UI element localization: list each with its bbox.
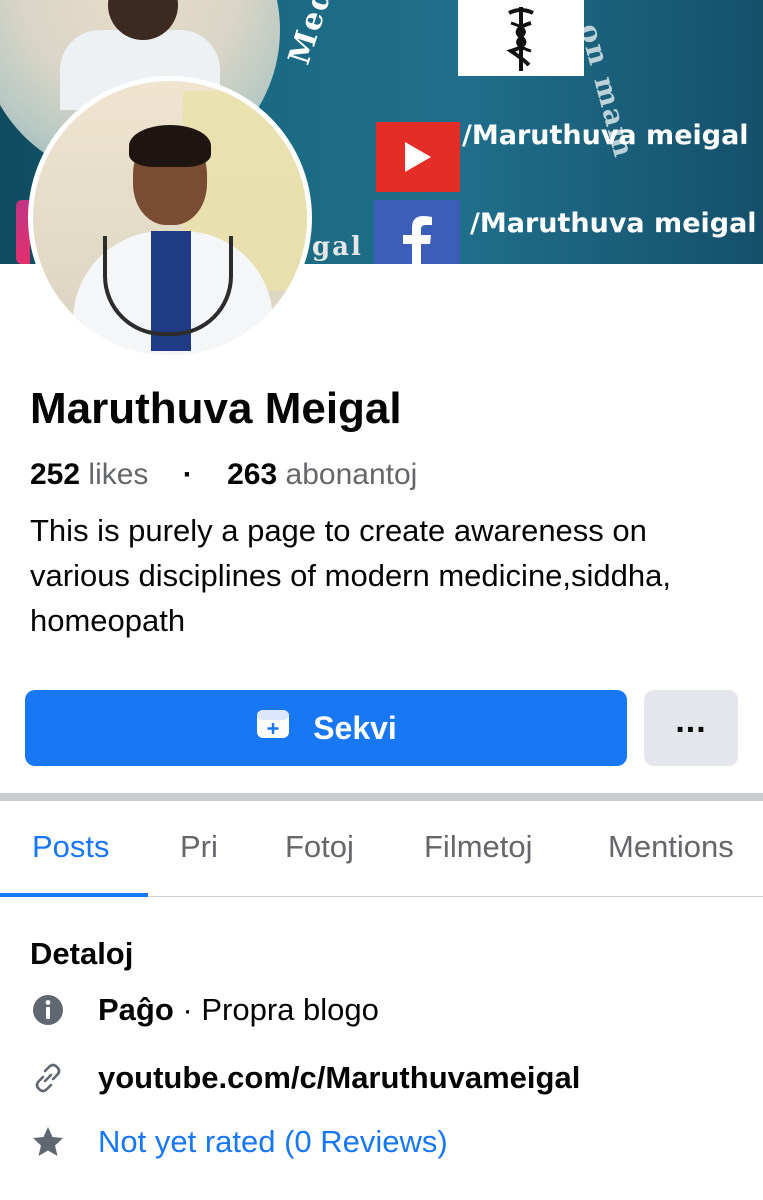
tab-mentions[interactable]: Mentions [608, 829, 734, 865]
cover-youtube-handle: /Maruthuva meigal [462, 120, 749, 151]
cover-ring-text-gal: gal [312, 232, 363, 262]
active-tab-indicator [0, 893, 148, 897]
profile-photo [33, 81, 307, 355]
details-heading: Detaloj [30, 936, 134, 971]
tab-videos[interactable]: Filmetoj [424, 829, 533, 865]
page-about-text: This is purely a page to create awarenes… [30, 513, 671, 638]
section-divider [0, 793, 763, 801]
caduceus-icon [458, 0, 584, 76]
detail-page-type: Paĝo · Propra blogo [30, 992, 379, 1028]
likes-count: 252 [30, 458, 81, 491]
stats-separator: · [182, 458, 193, 491]
profile-tabs: Posts Pri Fotoj Filmetoj Mentions [0, 801, 763, 897]
star-icon [30, 1124, 66, 1160]
profile-avatar[interactable] [28, 76, 312, 360]
youtube-icon [376, 122, 460, 192]
page-type-label: Paĝo [98, 992, 174, 1027]
avatar-hair [129, 125, 211, 167]
follow-button-label: Sekvi [313, 709, 397, 746]
rating-link[interactable]: Not yet rated (0 Reviews) [98, 1124, 448, 1160]
page-stats: 252 likes · 263 abonantoj [30, 458, 417, 492]
info-icon [30, 992, 66, 1028]
more-options-button[interactable]: ... [644, 690, 738, 766]
link-icon [30, 1060, 66, 1096]
cover-facebook-handle: /Maruthuva meigal [470, 208, 757, 239]
website-link[interactable]: youtube.com/c/Maruthuvameigal [98, 1060, 580, 1096]
facebook-icon [374, 200, 460, 264]
follow-button[interactable]: Sekvi [25, 690, 627, 766]
more-dots-icon: ... [675, 702, 707, 740]
followers-label[interactable]: abonantoj [286, 458, 418, 491]
tab-posts[interactable]: Posts [32, 829, 110, 865]
detail-rating[interactable]: Not yet rated (0 Reviews) [30, 1124, 448, 1160]
page-type-value: Propra blogo [201, 992, 379, 1027]
page-type-separator: · [173, 992, 202, 1027]
cover-ring-text-left: Medic [282, 0, 351, 69]
tab-about[interactable]: Pri [180, 829, 218, 865]
follow-plus-icon [255, 708, 291, 748]
tab-photos[interactable]: Fotoj [285, 829, 354, 865]
page-title: Maruthuva Meigal [30, 384, 402, 433]
likes-label[interactable]: likes [88, 458, 148, 491]
detail-website[interactable]: youtube.com/c/Maruthuvameigal [30, 1060, 580, 1096]
followers-count: 263 [227, 458, 278, 491]
